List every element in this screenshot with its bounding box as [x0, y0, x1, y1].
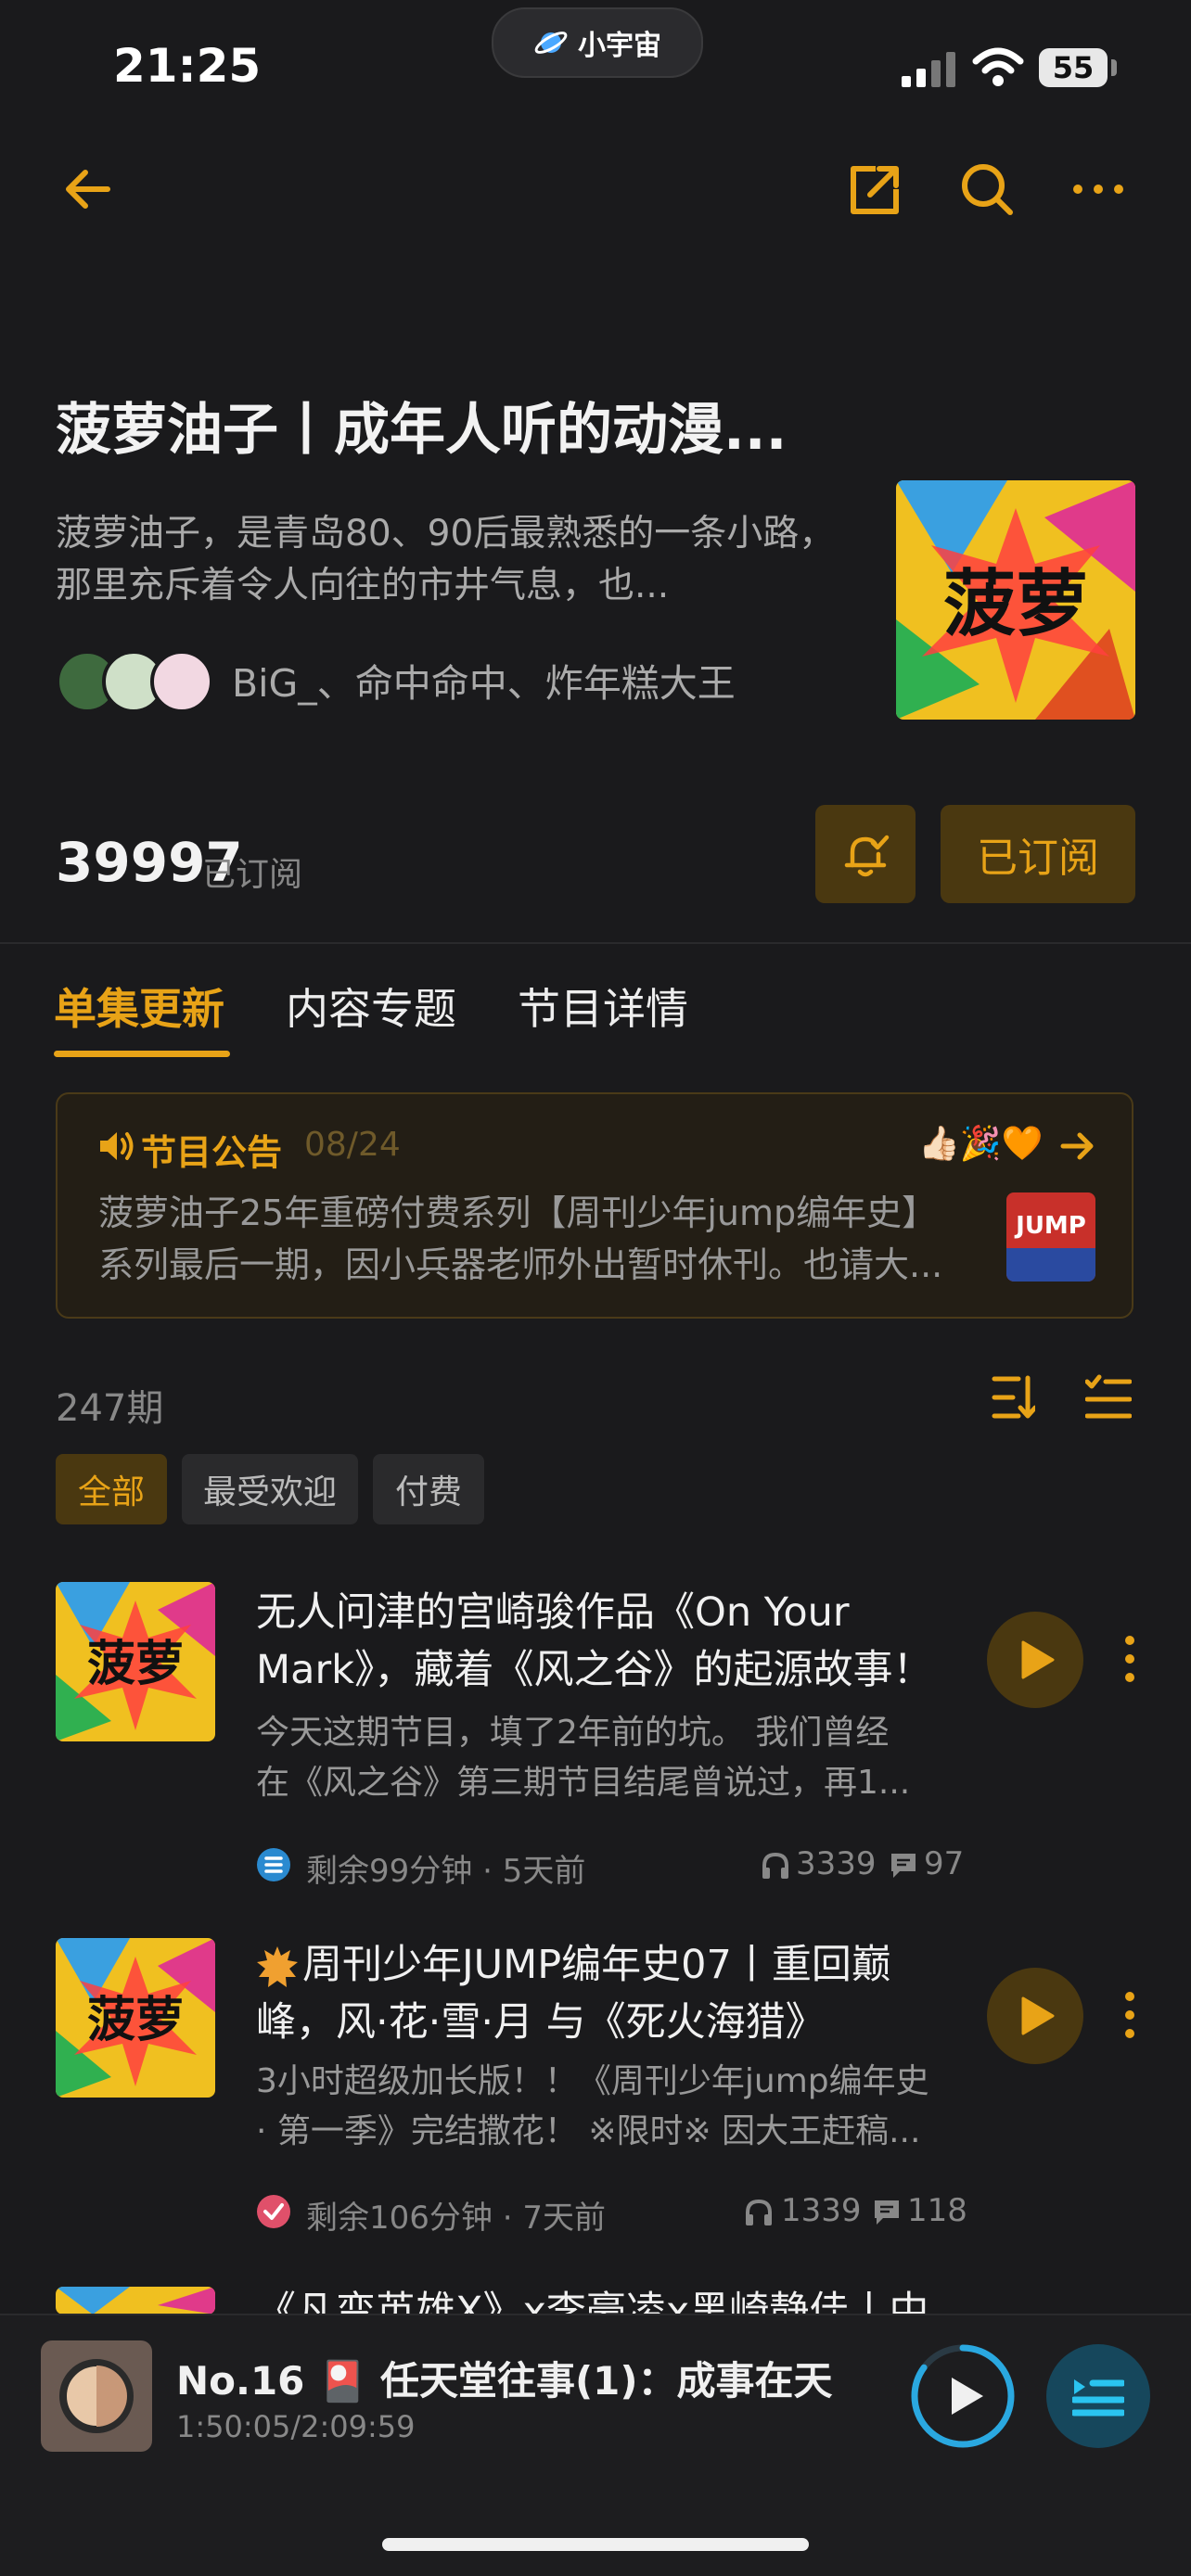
podcast-title: 菠萝油子丨成年人听的动漫...	[56, 398, 788, 463]
announcement-text: 菠萝油子25年重磅付费系列【周刊少年jump编年史】系列最后一期，因小兵器老师外…	[98, 1192, 943, 1285]
playlist-icon	[1072, 2379, 1124, 2417]
dynamic-island: 小宇宙	[492, 7, 703, 78]
announcement-thumbnail: JUMP	[1006, 1192, 1095, 1282]
episode-title[interactable]: 周刊少年JUMP编年史07丨重回巅峰，风·花·雪·月 与《死火海猎》	[256, 1936, 961, 2051]
host-avatar[interactable]	[150, 650, 213, 713]
svg-text:菠萝: 菠萝	[87, 1637, 184, 1692]
multi-select-icon[interactable]	[1084, 1374, 1133, 1424]
filter-paid[interactable]: 付费	[373, 1454, 484, 1524]
player-cover[interactable]	[41, 2340, 152, 2452]
bell-check-icon	[844, 835, 890, 877]
tab-indicator	[54, 1051, 230, 1057]
host-names[interactable]: BiG_、命中命中、炸年糕大王	[232, 652, 736, 708]
announcement-date: 08/24	[304, 1126, 401, 1164]
comment-icon	[872, 2198, 902, 2231]
play-button[interactable]	[987, 1968, 1083, 2064]
filter-all[interactable]: 全部	[56, 1454, 167, 1524]
episode-remaining: 剩余106分钟 · 7天前	[306, 2200, 606, 2237]
subscribe-button[interactable]: 已订阅	[941, 805, 1135, 903]
play-icon	[952, 2378, 983, 2415]
comment-count: 118	[907, 2192, 967, 2229]
episode-remaining: 剩余99分钟 · 5天前	[306, 1853, 586, 1890]
notify-button[interactable]	[815, 805, 916, 903]
episode-cover[interactable]: 菠萝	[56, 1938, 215, 2098]
wifi-icon	[972, 46, 1024, 91]
headphones-icon	[744, 2198, 774, 2231]
play-icon	[1021, 1640, 1055, 1679]
tab-topics[interactable]: 内容专题	[286, 976, 456, 1037]
episode-more-button[interactable]	[1121, 1992, 1139, 2038]
now-playing-title[interactable]: No.16 🎴 任天堂往事(1)：成事在天	[176, 2350, 833, 2406]
episode-title[interactable]: 无人问津的宫崎骏作品《On Your Mark》，藏着《风之谷》的起源故事！	[256, 1584, 961, 1699]
speaker-icon	[98, 1129, 135, 1167]
episode-title[interactable]: 《凡变英雄X》x李豪凌x黑崎静佳丨中	[256, 2283, 961, 2314]
tab-episodes[interactable]: 单集更新	[54, 976, 224, 1037]
episode-description: 今天这期节目，填了2年前的坑。 我们曾经	[256, 1714, 890, 1752]
filter-popular[interactable]: 最受欢迎	[182, 1454, 358, 1524]
signal-icon	[902, 50, 961, 91]
episode-description: · 第一季》完结撒花！ ※限时※ 因大王赶稿...	[256, 2112, 921, 2150]
battery-indicator: 55	[1039, 48, 1117, 87]
cover-text: 菠萝	[943, 563, 1088, 646]
listened-icon	[256, 1847, 291, 1886]
divider	[0, 942, 1191, 944]
svg-text:菠萝: 菠萝	[87, 1993, 184, 2048]
back-icon[interactable]	[61, 163, 113, 219]
episode-cover[interactable]	[56, 2287, 215, 2315]
now-playing-time: 1:50:05/2:09:59	[176, 2409, 416, 2444]
podcast-description[interactable]: 菠萝油子，是青岛80、90后最熟悉的一条小路，那里充斥着令人向往的市井气息，也.…	[56, 508, 844, 612]
more-icon[interactable]	[1072, 182, 1124, 200]
planet-icon	[534, 32, 568, 54]
share-icon[interactable]	[848, 161, 903, 221]
player-play-button[interactable]	[909, 2342, 1017, 2454]
episode-description: 3小时超级加长版！！《周刊少年jump编年史	[256, 2062, 929, 2100]
tab-details[interactable]: 节目详情	[518, 976, 688, 1037]
search-icon[interactable]	[959, 161, 1015, 221]
episode-cover[interactable]: 菠萝	[56, 1582, 215, 1741]
subscriber-label: 已订阅	[202, 856, 303, 894]
comment-count: 97	[924, 1845, 965, 1882]
island-label: 小宇宙	[578, 30, 661, 62]
play-icon	[1021, 1996, 1055, 2035]
announcement-emojis: 👍🏻🎉🧡	[918, 1125, 1044, 1163]
arrow-right-icon[interactable]	[1059, 1128, 1096, 1168]
headphones-icon	[761, 1851, 790, 1884]
meta-separator: ·	[864, 1845, 875, 1882]
podcast-cover: 菠萝	[896, 480, 1135, 720]
announcement-title: 节目公告	[141, 1132, 283, 1173]
completed-check-icon	[256, 2194, 291, 2233]
episode-more-button[interactable]	[1121, 1636, 1139, 1682]
sort-icon[interactable]	[991, 1374, 1038, 1424]
status-time: 21:25	[113, 39, 262, 93]
episode-count: 247期	[56, 1387, 164, 1430]
playlist-button[interactable]	[1046, 2344, 1150, 2448]
episode-description: 在《风之谷》第三期节目结尾曾说过，再1...	[256, 1764, 911, 1802]
home-indicator	[382, 2538, 809, 2551]
meta-separator: ·	[850, 2192, 860, 2229]
play-button[interactable]	[987, 1612, 1083, 1708]
svg-text:JUMP: JUMP	[1014, 1212, 1086, 1240]
comment-icon	[889, 1851, 918, 1884]
